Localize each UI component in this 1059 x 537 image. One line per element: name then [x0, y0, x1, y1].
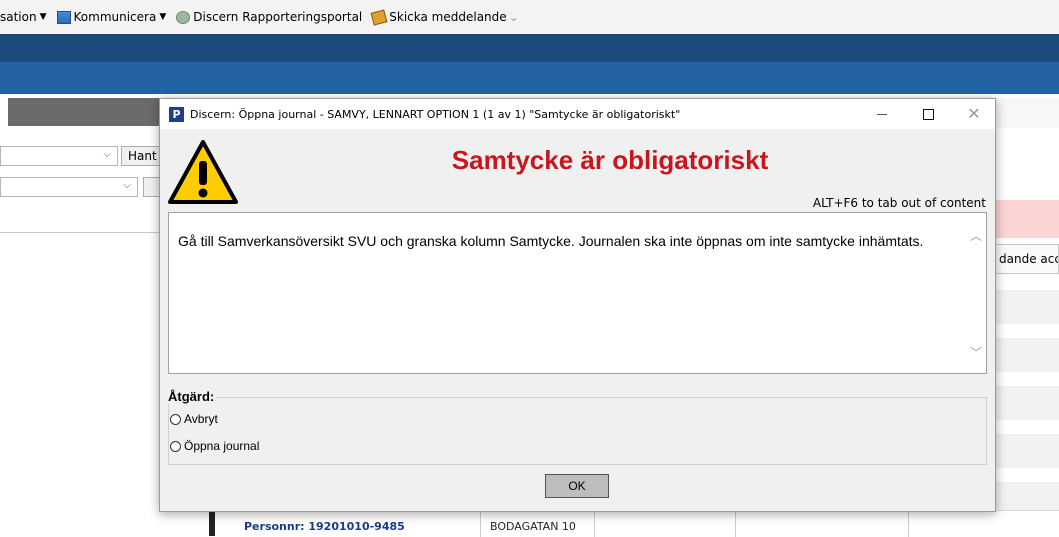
- table-row[interactable]: Personnr: 19201010-9485 BODAGATAN 10: [232, 510, 1059, 537]
- patient-id-text: Personnr: 19201010-9485: [244, 520, 405, 533]
- message-box[interactable]: Gå till Samverkansöversikt SVU och grans…: [168, 212, 987, 374]
- ok-button[interactable]: OK: [545, 474, 609, 498]
- list-row[interactable]: [995, 434, 1059, 468]
- top-toolbar: sation ▼ Kommunicera ▼ Discern Rapporter…: [0, 0, 1059, 34]
- option-label: Avbryt: [184, 412, 218, 426]
- column-divider: [908, 511, 909, 537]
- splitter[interactable]: [209, 510, 215, 536]
- minimize-button[interactable]: [866, 103, 898, 125]
- keyboard-hint: ALT+F6 to tab out of content: [812, 196, 986, 210]
- send-message-icon: [370, 8, 388, 26]
- close-button[interactable]: ✕: [958, 103, 990, 125]
- column-divider: [480, 511, 481, 537]
- list-row[interactable]: [995, 386, 1059, 420]
- hant-button[interactable]: Hant: [121, 146, 161, 166]
- portal-icon: [176, 10, 191, 24]
- action-group: [168, 397, 987, 465]
- dialog-heading: Samtycke är obligatoriskt: [451, 145, 769, 175]
- column-divider: [735, 511, 736, 537]
- dialog-titlebar[interactable]: P Discern: Öppna journal - SAMVY, LENNAR…: [160, 99, 995, 129]
- toolbar-item-label: Skicka meddelande: [389, 10, 507, 24]
- toolbar-item-label: sation: [0, 10, 37, 24]
- toolbar-overflow-icon[interactable]: ⌄: [509, 10, 519, 24]
- left-panel-header: [8, 98, 168, 126]
- scroll-up-icon[interactable]: ︿: [970, 227, 982, 244]
- toolbar-item-organisation[interactable]: sation ▼: [0, 10, 47, 24]
- caret-down-icon: ▼: [159, 12, 167, 22]
- list-row[interactable]: [995, 290, 1059, 324]
- toolbar-item-discern-portal[interactable]: Discern Rapporteringsportal: [172, 10, 362, 24]
- caret-down-icon: ▼: [39, 12, 47, 22]
- filter-combo-1[interactable]: ⌵: [0, 146, 118, 166]
- warning-icon: [168, 140, 238, 204]
- app-header-band: [0, 34, 1059, 62]
- chevron-down-icon: ⌵: [103, 149, 111, 160]
- consent-dialog: P Discern: Öppna journal - SAMVY, LENNAR…: [159, 98, 996, 512]
- alert-bar: [995, 200, 1059, 238]
- radio-button[interactable]: [170, 413, 181, 425]
- radio-button[interactable]: [170, 440, 181, 452]
- pending-access-button[interactable]: dande acce: [995, 244, 1059, 274]
- option-label: Öppna journal: [184, 439, 260, 453]
- address-text: BODAGATAN 10: [490, 520, 576, 533]
- column-divider: [594, 511, 595, 537]
- option-cancel[interactable]: Avbryt: [170, 412, 218, 426]
- toolbar-item-kommunicera[interactable]: Kommunicera ▼: [53, 10, 167, 24]
- app-icon: P: [169, 107, 184, 122]
- toolbar-item-label: Discern Rapporteringsportal: [193, 10, 363, 24]
- list-row[interactable]: [995, 338, 1059, 372]
- chevron-down-icon: ⌵: [123, 180, 131, 191]
- toolbar-item-send-message[interactable]: Skicka meddelande ⌄: [368, 8, 519, 26]
- filter-combo-2[interactable]: ⌵: [0, 177, 138, 197]
- app-subheader-band: [0, 62, 1059, 94]
- dialog-title: Discern: Öppna journal - SAMVY, LENNART …: [190, 108, 681, 121]
- action-label: Åtgärd:: [168, 389, 217, 404]
- scroll-down-icon[interactable]: ﹀: [970, 344, 982, 361]
- communicate-icon: [56, 10, 71, 24]
- message-text: Gå till Samverkansöversikt SVU och grans…: [178, 233, 924, 249]
- option-open-journal[interactable]: Öppna journal: [170, 439, 259, 453]
- toolbar-item-label: Kommunicera: [73, 10, 157, 24]
- right-panel-header: [995, 98, 1059, 128]
- maximize-button[interactable]: [912, 103, 944, 125]
- panel-divider: [0, 232, 160, 233]
